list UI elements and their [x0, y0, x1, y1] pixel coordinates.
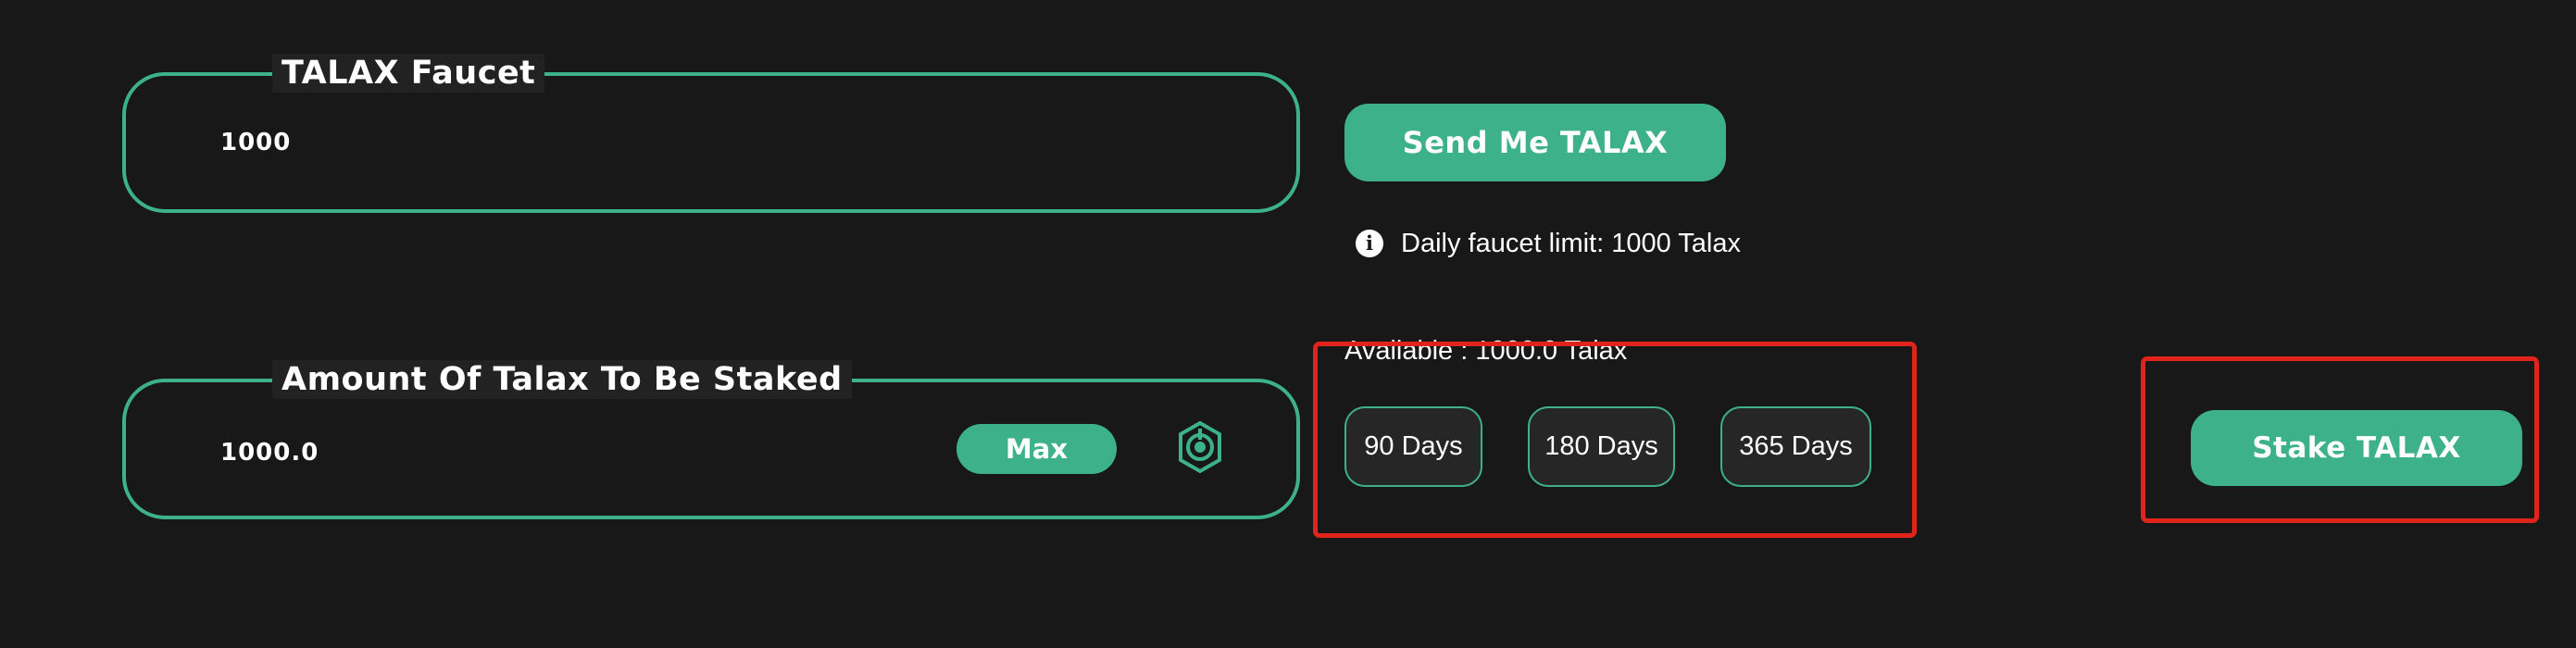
stake-button-highlight-box [2141, 356, 2539, 523]
stake-amount-value[interactable]: 1000.0 [220, 439, 319, 467]
stake-amount-field[interactable]: Amount Of Talax To Be Staked 1000.0 Max [122, 360, 1300, 519]
duration-highlight-box [1313, 342, 1917, 538]
stake-field-legend: Amount Of Talax To Be Staked [272, 360, 852, 399]
faucet-field-legend: TALAX Faucet [272, 54, 545, 93]
faucet-amount-value[interactable]: 1000 [220, 129, 291, 156]
daily-limit-text: Daily faucet limit: 1000 Talax [1401, 229, 1741, 258]
send-me-talax-button[interactable]: Send Me TALAX [1344, 104, 1726, 181]
faucet-amount-field[interactable]: TALAX Faucet 1000 [122, 54, 1300, 213]
talax-token-icon [1179, 421, 1221, 473]
info-icon: i [1356, 230, 1383, 257]
max-button[interactable]: Max [957, 424, 1117, 474]
